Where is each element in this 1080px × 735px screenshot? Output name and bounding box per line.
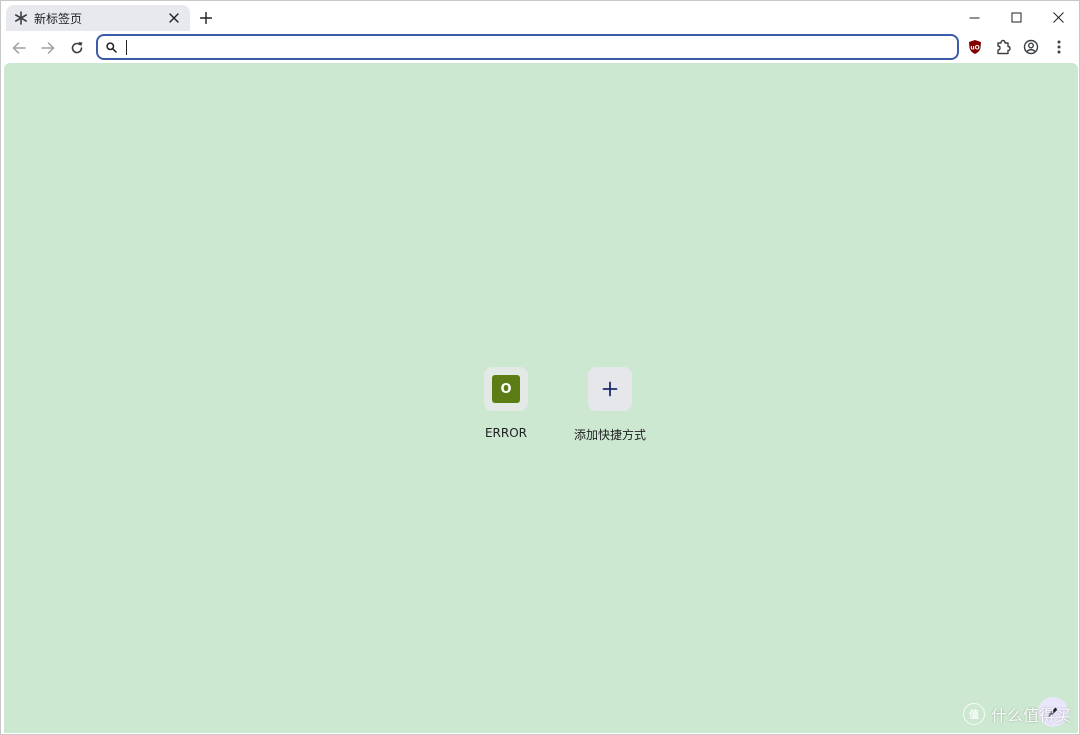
site-favicon: O — [492, 375, 520, 403]
arrow-left-icon — [12, 42, 26, 54]
shortcut-tile — [588, 367, 632, 411]
svg-text:uO: uO — [970, 45, 979, 52]
search-icon — [104, 40, 118, 54]
smzdm-logo-icon: 值 — [962, 703, 985, 725]
reload-button[interactable] — [63, 34, 91, 62]
plus-icon — [602, 381, 618, 397]
extension-area: uO — [961, 33, 1073, 61]
new-tab-page: O ERROR 添加快捷方式 — [4, 63, 1078, 733]
close-icon — [1052, 11, 1064, 23]
new-tab-button[interactable] — [196, 8, 216, 28]
close-tab-icon[interactable] — [166, 10, 182, 26]
reload-icon — [71, 42, 83, 54]
asterisk-icon — [14, 11, 28, 25]
forward-button[interactable] — [34, 34, 62, 62]
back-button[interactable] — [5, 34, 33, 62]
address-input[interactable] — [127, 37, 957, 57]
tab-strip: 新标签页 — [1, 1, 1079, 35]
extensions-button[interactable] — [989, 33, 1017, 61]
shortcut-error[interactable]: O ERROR — [454, 367, 558, 443]
minimize-icon — [969, 17, 979, 18]
menu-button[interactable] — [1045, 33, 1073, 61]
window-controls — [953, 1, 1079, 35]
ublock-origin-icon: uO — [969, 40, 981, 54]
browser-window: 新标签页 uO O ERROR 添加快捷方式 值 什么值得买 — [0, 0, 1080, 735]
shortcuts-grid: O ERROR 添加快捷方式 — [454, 367, 662, 443]
minimize-button[interactable] — [953, 1, 995, 33]
shortcut-tile: O — [484, 367, 528, 411]
plus-icon — [200, 12, 212, 24]
close-window-button[interactable] — [1037, 1, 1079, 33]
puzzle-icon — [997, 39, 1011, 55]
profile-button[interactable] — [1017, 33, 1045, 61]
add-shortcut-button[interactable]: 添加快捷方式 — [558, 367, 662, 443]
ublock-origin-button[interactable]: uO — [961, 33, 989, 61]
kebab-menu-icon — [1057, 40, 1061, 54]
svg-text:值: 值 — [969, 708, 979, 720]
maximize-icon — [1011, 12, 1021, 22]
watermark-text: 什么值得买 — [990, 706, 1071, 725]
tab-new-tab[interactable]: 新标签页 — [6, 5, 190, 31]
shortcut-label: ERROR — [484, 426, 528, 440]
maximize-button[interactable] — [995, 1, 1037, 33]
watermark: 值 什么值得买 — [962, 702, 1071, 726]
toolbar: uO — [1, 33, 1079, 63]
omnibox[interactable] — [96, 34, 959, 60]
tab-title: 新标签页 — [34, 11, 83, 26]
arrow-right-icon — [41, 42, 55, 54]
profile-icon — [1023, 39, 1039, 55]
shortcut-label: 添加快捷方式 — [573, 428, 646, 442]
